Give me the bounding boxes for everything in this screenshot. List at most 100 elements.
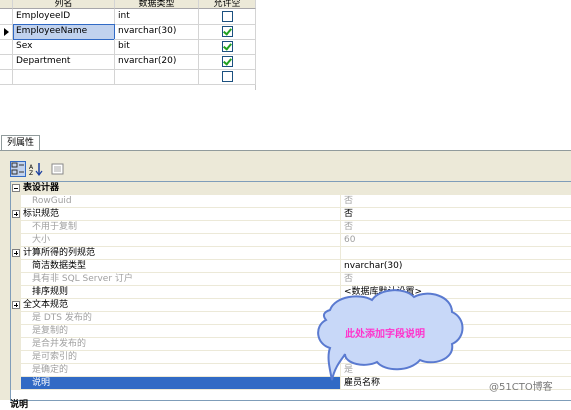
data-type-cell[interactable]: nvarchar(30) — [115, 24, 199, 40]
property-row[interactable]: 排序规则 <数据库默认设置> — [11, 286, 571, 299]
column-name-header[interactable]: 列名 — [13, 0, 115, 9]
property-value[interactable]: <数据库默认设置> — [341, 286, 571, 299]
row-selector[interactable] — [0, 9, 13, 25]
property-gutter — [11, 260, 21, 273]
property-name: RowGuid — [21, 195, 341, 208]
expand-plus-icon[interactable] — [12, 301, 20, 309]
property-name: 说明 — [21, 377, 341, 390]
property-value[interactable] — [341, 182, 571, 195]
property-value[interactable]: 否 — [341, 299, 571, 312]
categorized-button[interactable] — [10, 161, 26, 177]
column-name-cell[interactable]: EmployeeName — [13, 24, 115, 40]
property-row[interactable]: 是可索引的是 — [11, 351, 571, 364]
grid-header-corner — [0, 0, 13, 9]
property-value: 否 — [341, 221, 571, 234]
property-value: 否 — [341, 312, 571, 325]
property-gutter — [11, 182, 21, 195]
property-row[interactable]: 计算所得的列规范 — [11, 247, 571, 260]
property-pages-icon — [51, 163, 64, 175]
allow-null-checkbox[interactable] — [222, 26, 233, 37]
tab-column-properties[interactable]: 列属性 — [1, 135, 41, 151]
property-value: 60 — [341, 234, 571, 247]
row-selector[interactable] — [0, 24, 13, 40]
property-name: 标识规范 — [21, 208, 341, 221]
column-name-cell[interactable] — [13, 69, 115, 85]
table-row[interactable] — [0, 69, 256, 85]
property-name: 大小 — [21, 234, 341, 247]
property-row[interactable]: 表设计器 — [11, 182, 571, 195]
watermark: @51CTO博客 — [489, 382, 553, 393]
column-name-cell[interactable]: EmployeeID — [13, 9, 115, 25]
allow-null-checkbox[interactable] — [222, 11, 233, 22]
row-selector[interactable] — [0, 39, 13, 55]
property-gutter — [11, 195, 21, 208]
data-type-cell[interactable]: int — [115, 9, 199, 25]
allow-null-cell — [199, 24, 256, 40]
allow-null-cell — [199, 9, 256, 25]
property-name: 表设计器 — [21, 182, 341, 195]
property-value: 是 — [341, 364, 571, 377]
property-name: 是复制的 — [21, 325, 341, 338]
column-name-cell[interactable]: Sex — [13, 39, 115, 55]
column-name-cell[interactable]: Department — [13, 54, 115, 70]
property-name: 是确定的 — [21, 364, 341, 377]
property-row[interactable]: 说明 雇员名称 — [11, 377, 571, 390]
property-row[interactable]: 简洁数据类型 nvarchar(30) — [11, 260, 571, 273]
table-row[interactable]: EmployeeName nvarchar(30) — [0, 24, 256, 40]
property-name: 具有非 SQL Server 订户 — [21, 273, 341, 286]
property-row[interactable]: 具有非 SQL Server 订户否 — [11, 273, 571, 286]
allow-null-checkbox[interactable] — [222, 71, 233, 82]
svg-text:Z: Z — [29, 170, 33, 176]
table-row[interactable]: Department nvarchar(20) — [0, 54, 256, 70]
property-gutter — [11, 364, 21, 377]
property-row[interactable]: 是复制的否 — [11, 325, 571, 338]
property-name: 排序规则 — [21, 286, 341, 299]
property-name: 是合并发布的 — [21, 338, 341, 351]
property-value: 否 — [341, 195, 571, 208]
alphabetical-button[interactable]: A Z — [28, 161, 44, 177]
property-row[interactable]: 是 DTS 发布的否 — [11, 312, 571, 325]
column-properties-panel: A Z 表设计器 RowGuid 否标识规范否不用于复制否大小 60 计算所得的列规范简… — [0, 150, 571, 410]
property-value[interactable]: nvarchar(30) — [341, 260, 571, 273]
allow-null-checkbox[interactable] — [222, 56, 233, 67]
table-row[interactable]: EmployeeID int — [0, 9, 256, 25]
data-type-cell[interactable]: nvarchar(20) — [115, 54, 199, 70]
property-name: 是可索引的 — [21, 351, 341, 364]
data-type-cell[interactable]: bit — [115, 39, 199, 55]
property-row[interactable]: 标识规范否 — [11, 208, 571, 221]
property-row[interactable]: 大小 60 — [11, 234, 571, 247]
property-row[interactable]: 全文本规范否 — [11, 299, 571, 312]
allow-null-checkbox[interactable] — [222, 41, 233, 52]
property-pages-button[interactable] — [50, 161, 66, 177]
property-gutter — [11, 273, 21, 286]
data-type-cell[interactable] — [115, 69, 199, 85]
property-row[interactable]: RowGuid 否 — [11, 195, 571, 208]
expand-plus-icon[interactable] — [12, 249, 20, 257]
property-row[interactable]: 是合并发布的否 — [11, 338, 571, 351]
data-type-header[interactable]: 数据类型 — [115, 0, 199, 9]
property-row[interactable]: 不用于复制否 — [11, 221, 571, 234]
property-gutter — [11, 234, 21, 247]
current-row-arrow-icon — [4, 28, 9, 36]
row-selector[interactable] — [0, 54, 13, 70]
allow-null-header[interactable]: 允许空 — [199, 0, 256, 9]
allow-null-cell — [199, 69, 256, 85]
property-gutter — [11, 338, 21, 351]
property-row[interactable]: 是确定的是 — [11, 364, 571, 377]
property-value: 否 — [341, 273, 571, 286]
expand-plus-icon[interactable] — [12, 210, 20, 218]
property-name: 不用于复制 — [21, 221, 341, 234]
property-gutter — [11, 299, 21, 312]
property-name: 计算所得的列规范 — [21, 247, 341, 260]
property-gutter — [11, 312, 21, 325]
table-row[interactable]: Sex bit — [0, 39, 256, 55]
property-value[interactable]: 否 — [341, 208, 571, 221]
row-selector[interactable] — [0, 69, 13, 85]
property-gutter — [11, 351, 21, 364]
sort-alpha-icon: A Z — [29, 163, 43, 177]
callout-text: 此处添加字段说明 — [345, 329, 425, 340]
categorized-icon — [11, 162, 24, 175]
property-value[interactable] — [341, 247, 571, 260]
property-name: 简洁数据类型 — [21, 260, 341, 273]
collapse-minus-icon[interactable] — [12, 184, 20, 192]
